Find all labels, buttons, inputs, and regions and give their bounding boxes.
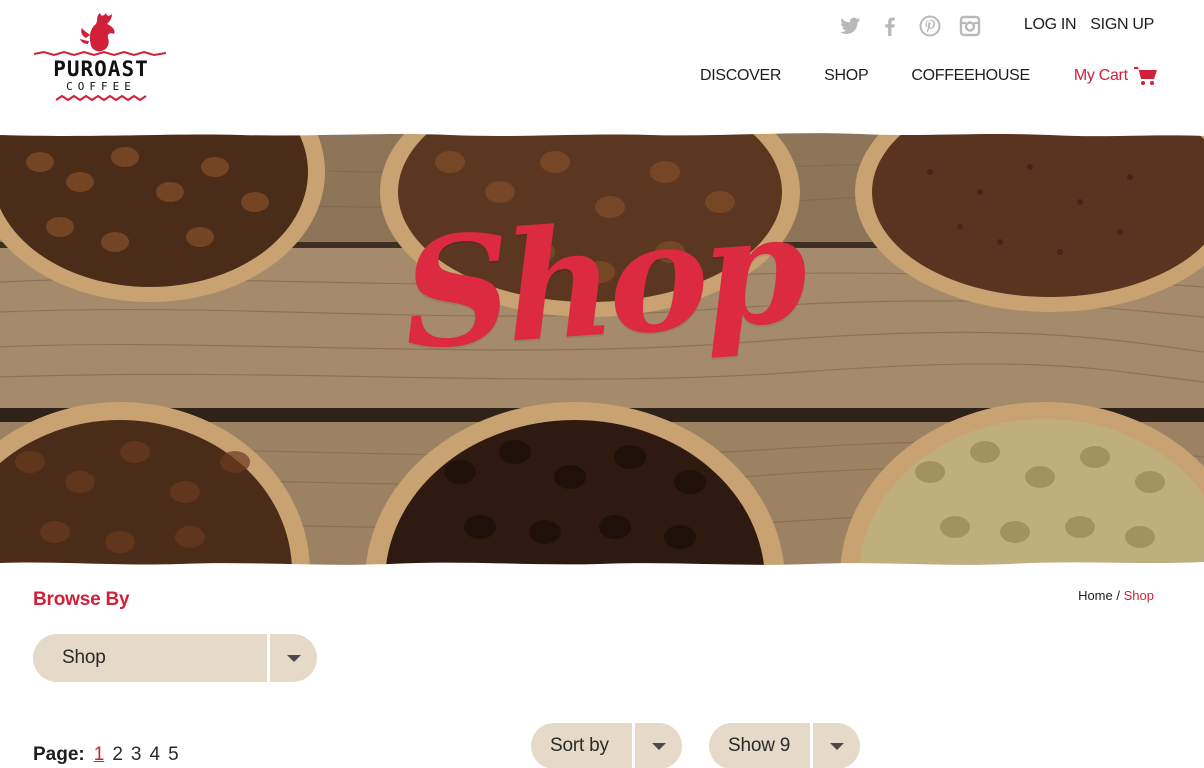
social-links — [838, 14, 982, 38]
instagram-icon[interactable] — [958, 14, 982, 38]
sort-dropdown-button[interactable] — [635, 723, 682, 768]
brand-subtitle: COFFEE — [66, 80, 136, 93]
page-link-3[interactable]: 3 — [131, 744, 142, 766]
my-cart-link[interactable]: My Cart — [1074, 66, 1158, 86]
auth-links: LOG IN SIGN UP — [1024, 16, 1154, 34]
brand-logo[interactable]: PUROAST COFFEE — [30, 8, 172, 108]
nav-item-coffeehouse[interactable]: COFFEEHOUSE — [911, 67, 1030, 85]
chevron-down-icon — [286, 654, 301, 662]
page-link-5[interactable]: 5 — [168, 744, 179, 766]
page-link-2[interactable]: 2 — [112, 744, 123, 766]
pagination: Page: 1 2 3 4 5 — [33, 744, 187, 766]
pagination-label: Page: — [33, 744, 85, 765]
cart-icon — [1133, 67, 1157, 85]
breadcrumb-separator: / — [1116, 588, 1120, 603]
login-link[interactable]: LOG IN — [1024, 16, 1077, 34]
main-nav: DISCOVER SHOP COFFEEHOUSE My Cart — [700, 66, 1158, 86]
signup-link[interactable]: SIGN UP — [1090, 16, 1154, 34]
site-header: PUROAST COFFEE LOG IN SIGN UP DISCOVER S… — [0, 0, 1204, 132]
page-link-4[interactable]: 4 — [149, 744, 160, 766]
browse-by-heading: Browse By — [33, 589, 130, 610]
breadcrumb: Home / Shop — [1078, 588, 1154, 603]
chevron-down-icon — [829, 742, 844, 750]
browse-by-select[interactable]: Shop — [33, 634, 317, 682]
chevron-down-icon — [651, 742, 666, 750]
breadcrumb-current: Shop — [1123, 588, 1154, 603]
breadcrumb-home[interactable]: Home — [1078, 588, 1113, 603]
show-count-select[interactable]: Show 9 — [709, 723, 860, 768]
browse-by-value: Shop — [62, 647, 106, 668]
page-link-1[interactable]: 1 — [94, 744, 105, 766]
nav-item-discover[interactable]: DISCOVER — [700, 67, 781, 85]
hero-banner: Shop — [0, 132, 1204, 568]
twitter-icon[interactable] — [838, 14, 862, 38]
sort-by-label: Sort by — [550, 735, 609, 756]
facebook-icon[interactable] — [878, 14, 902, 38]
browse-dropdown-button[interactable] — [270, 634, 317, 682]
nav-item-shop[interactable]: SHOP — [824, 67, 868, 85]
show-dropdown-button[interactable] — [813, 723, 860, 768]
sort-by-select[interactable]: Sort by — [531, 723, 682, 768]
show-count-label: Show 9 — [728, 735, 791, 756]
my-cart-label: My Cart — [1073, 67, 1128, 84]
pinterest-icon[interactable] — [918, 14, 942, 38]
brand-wordmark: PUROAST — [53, 57, 149, 81]
